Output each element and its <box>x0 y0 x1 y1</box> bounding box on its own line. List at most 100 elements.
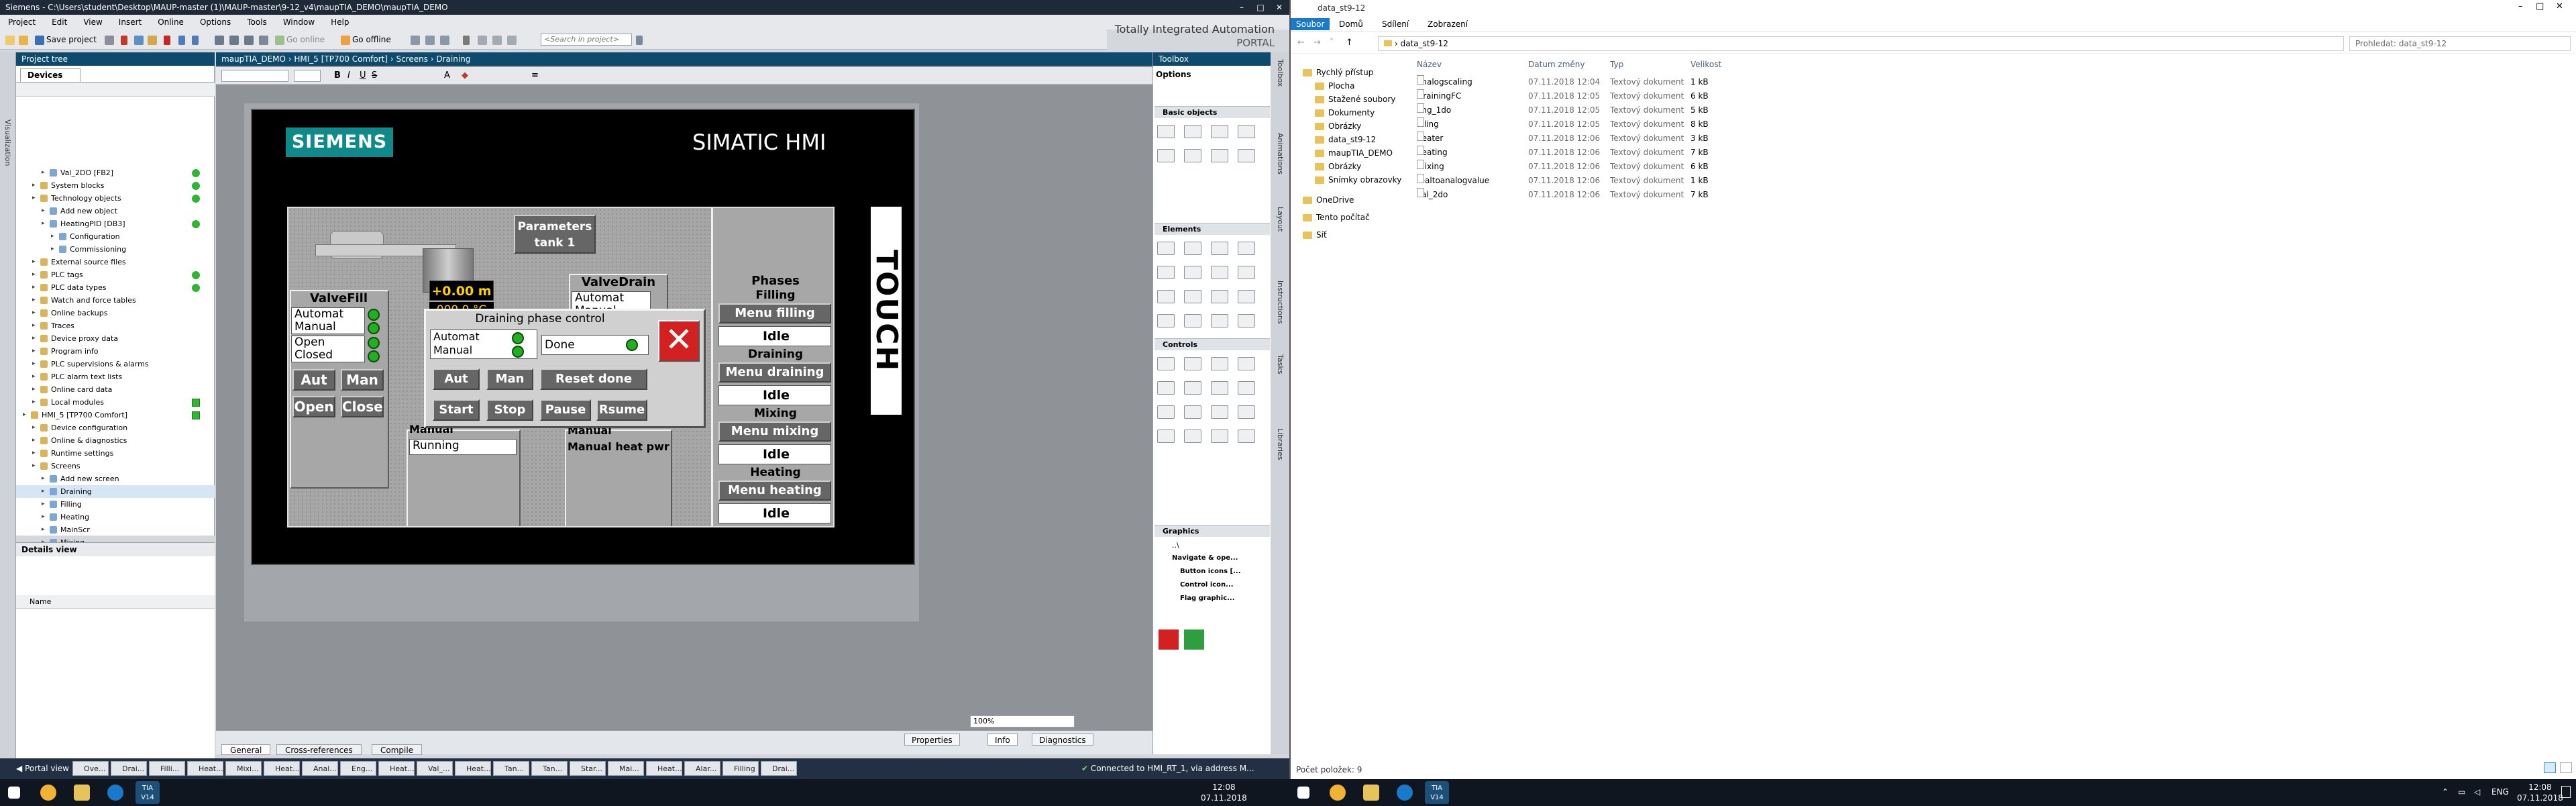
expand-arrow-icon[interactable]: ▸ <box>32 447 36 460</box>
expand-arrow-icon[interactable]: ▸ <box>32 332 36 345</box>
properties-tab[interactable]: Properties <box>904 734 960 746</box>
compile-tab[interactable]: Compile <box>372 744 423 755</box>
editor-tab[interactable]: Drai... <box>761 761 797 776</box>
expand-arrow-icon[interactable]: ▸ <box>32 268 36 281</box>
editor-tab[interactable]: Ove... <box>72 761 109 776</box>
paste-icon[interactable] <box>148 34 159 46</box>
compile-icon[interactable] <box>215 34 226 46</box>
expand-arrow-icon[interactable]: ▸ <box>32 281 36 294</box>
tree-item[interactable]: ▸ Filling <box>16 498 215 511</box>
ribbon-share-tab[interactable]: Sdílení <box>1377 18 1414 30</box>
col-date[interactable]: Datum změny <box>1528 58 1585 71</box>
side-tab-instructions[interactable]: Instructions <box>1276 281 1285 324</box>
tree-item[interactable]: ▸ HeatingPID [DB3] <box>16 217 215 230</box>
upload-icon[interactable] <box>244 34 256 46</box>
editor-tab[interactable]: Mixi... <box>225 761 262 776</box>
ribbon-view-tab[interactable]: Zobrazení <box>1422 18 1473 30</box>
editor-tab[interactable]: Filling <box>722 761 759 776</box>
popup-resume-button[interactable]: Rsume <box>596 399 647 421</box>
toolbox-object-icon[interactable] <box>1211 357 1228 370</box>
go-online-button[interactable]: Go online <box>275 34 325 46</box>
toolbox-object-icon[interactable] <box>1211 242 1228 255</box>
editor-tab[interactable]: Anal... <box>302 761 338 776</box>
tia-portal-taskbar-icon[interactable]: TIA V14 <box>136 781 160 804</box>
minimize-icon[interactable]: – <box>1232 0 1252 15</box>
action-center-icon[interactable] <box>2561 786 2571 798</box>
toolbox-object-icon[interactable] <box>1184 357 1201 370</box>
popup-aut-button[interactable]: Aut <box>433 368 480 390</box>
tray-up-icon[interactable]: ⌃ <box>2442 787 2449 797</box>
toolbox-object-icon[interactable] <box>1211 266 1228 279</box>
expand-arrow-icon[interactable]: ▸ <box>32 179 36 192</box>
editor-tab[interactable]: Drai... <box>111 761 147 776</box>
nav-item[interactable]: Dokumenty <box>1315 106 1375 119</box>
ribbon-file-tab[interactable]: Soubor <box>1291 18 1330 30</box>
bold-icon[interactable]: B <box>334 70 341 81</box>
editor-tab[interactable]: Star... <box>570 761 606 776</box>
file-explorer-icon[interactable] <box>74 785 90 801</box>
popup-start-button[interactable]: Start <box>433 399 480 421</box>
toolbox-object-icon[interactable] <box>1211 149 1228 162</box>
editor-tab[interactable]: Val_... <box>417 761 453 776</box>
toolbox-object-icon[interactable] <box>1157 314 1175 328</box>
valvefill-close-button[interactable]: Close <box>341 396 384 417</box>
controls-header[interactable]: Controls <box>1155 338 1270 350</box>
menu-help[interactable]: Help <box>323 15 357 30</box>
editor-tab[interactable]: Heat... <box>646 761 682 776</box>
graphics-folder-button-icons[interactable]: Button icons [... <box>1180 568 1241 575</box>
print-icon[interactable] <box>105 34 116 46</box>
italic-icon[interactable]: I <box>347 70 350 81</box>
diagnostics-tab[interactable]: Diagnostics <box>1032 734 1093 746</box>
cross-reference-icon[interactable] <box>463 34 472 46</box>
editor-tab[interactable]: Heat... <box>378 761 415 776</box>
valvefill-aut-button[interactable]: Aut <box>292 369 335 391</box>
menu-tools[interactable]: Tools <box>239 15 275 30</box>
toolbox-object-icon[interactable] <box>1157 430 1175 443</box>
side-tab-tasks[interactable]: Tasks <box>1276 354 1285 374</box>
nav-item[interactable]: Obrázky <box>1315 160 1361 173</box>
menu-project[interactable]: Project <box>0 15 44 30</box>
maximize-icon[interactable]: □ <box>1250 0 1271 15</box>
accessible-devices-icon[interactable] <box>411 34 422 46</box>
nav-item[interactable]: data_st9-12 <box>1315 133 1376 146</box>
toolbox-object-icon[interactable] <box>1211 430 1228 443</box>
editor-tab[interactable]: Heat... <box>264 761 300 776</box>
basic-objects-header[interactable]: Basic objects <box>1155 106 1270 118</box>
toolbox-object-icon[interactable] <box>1238 125 1255 138</box>
new-project-icon[interactable] <box>5 34 17 46</box>
expand-arrow-icon[interactable]: ▸ <box>32 383 36 396</box>
toolbox-object-icon[interactable] <box>1238 290 1255 303</box>
toolbox-object-icon[interactable] <box>1157 125 1175 138</box>
undo-icon[interactable] <box>178 34 187 46</box>
open-project-icon[interactable] <box>19 34 30 46</box>
tree-item[interactable]: ▸ Local modules <box>16 396 215 409</box>
fill-color-icon[interactable]: ◆ <box>462 70 468 81</box>
graphics-folder-flag-graphics[interactable]: Flag graphic... <box>1180 595 1235 602</box>
tree-item[interactable]: ▸ System blocks <box>16 179 215 192</box>
font-select[interactable] <box>221 70 288 82</box>
popup-stop-button[interactable]: Stop <box>486 399 533 421</box>
menu-view[interactable]: View <box>75 15 110 30</box>
tree-item[interactable]: ▸ Runtime settings <box>16 447 215 460</box>
tree-item[interactable]: ▸ Draining <box>16 485 215 498</box>
editor-tab[interactable]: Heat... <box>455 761 491 776</box>
nav-item[interactable]: Snímky obrazovky <box>1315 173 1401 187</box>
tree-item[interactable]: ▸ Technology objects <box>16 192 215 205</box>
editor-tab[interactable]: Heat... <box>187 761 223 776</box>
tree-item[interactable]: ▸ Screens <box>16 460 215 472</box>
toolbox-object-icon[interactable] <box>1238 149 1255 162</box>
editor-tab[interactable]: Tan... <box>531 761 568 776</box>
toolbox-object-icon[interactable] <box>1157 405 1175 419</box>
explorer-search-input[interactable]: Prohledat: data_st9-12 <box>2349 36 2571 51</box>
explorer-minimize-icon[interactable]: – <box>2518 1 2523 11</box>
file-row[interactable]: val_2do 07.11.2018 12:06 Textový dokument 7… <box>1405 188 1901 202</box>
redo-icon[interactable] <box>192 34 201 46</box>
language-indicator[interactable]: ENG <box>2491 787 2509 797</box>
expand-arrow-icon[interactable]: ▸ <box>42 485 45 498</box>
graphics-folder-control-icons[interactable]: Control icon... <box>1180 581 1234 589</box>
expand-arrow-icon[interactable]: ▸ <box>32 345 36 358</box>
toolbox-object-icon[interactable] <box>1157 266 1175 279</box>
expand-arrow-icon[interactable]: ▸ <box>42 523 45 536</box>
col-type[interactable]: Typ <box>1610 58 1623 71</box>
editor-tab[interactable]: Mai... <box>608 761 644 776</box>
